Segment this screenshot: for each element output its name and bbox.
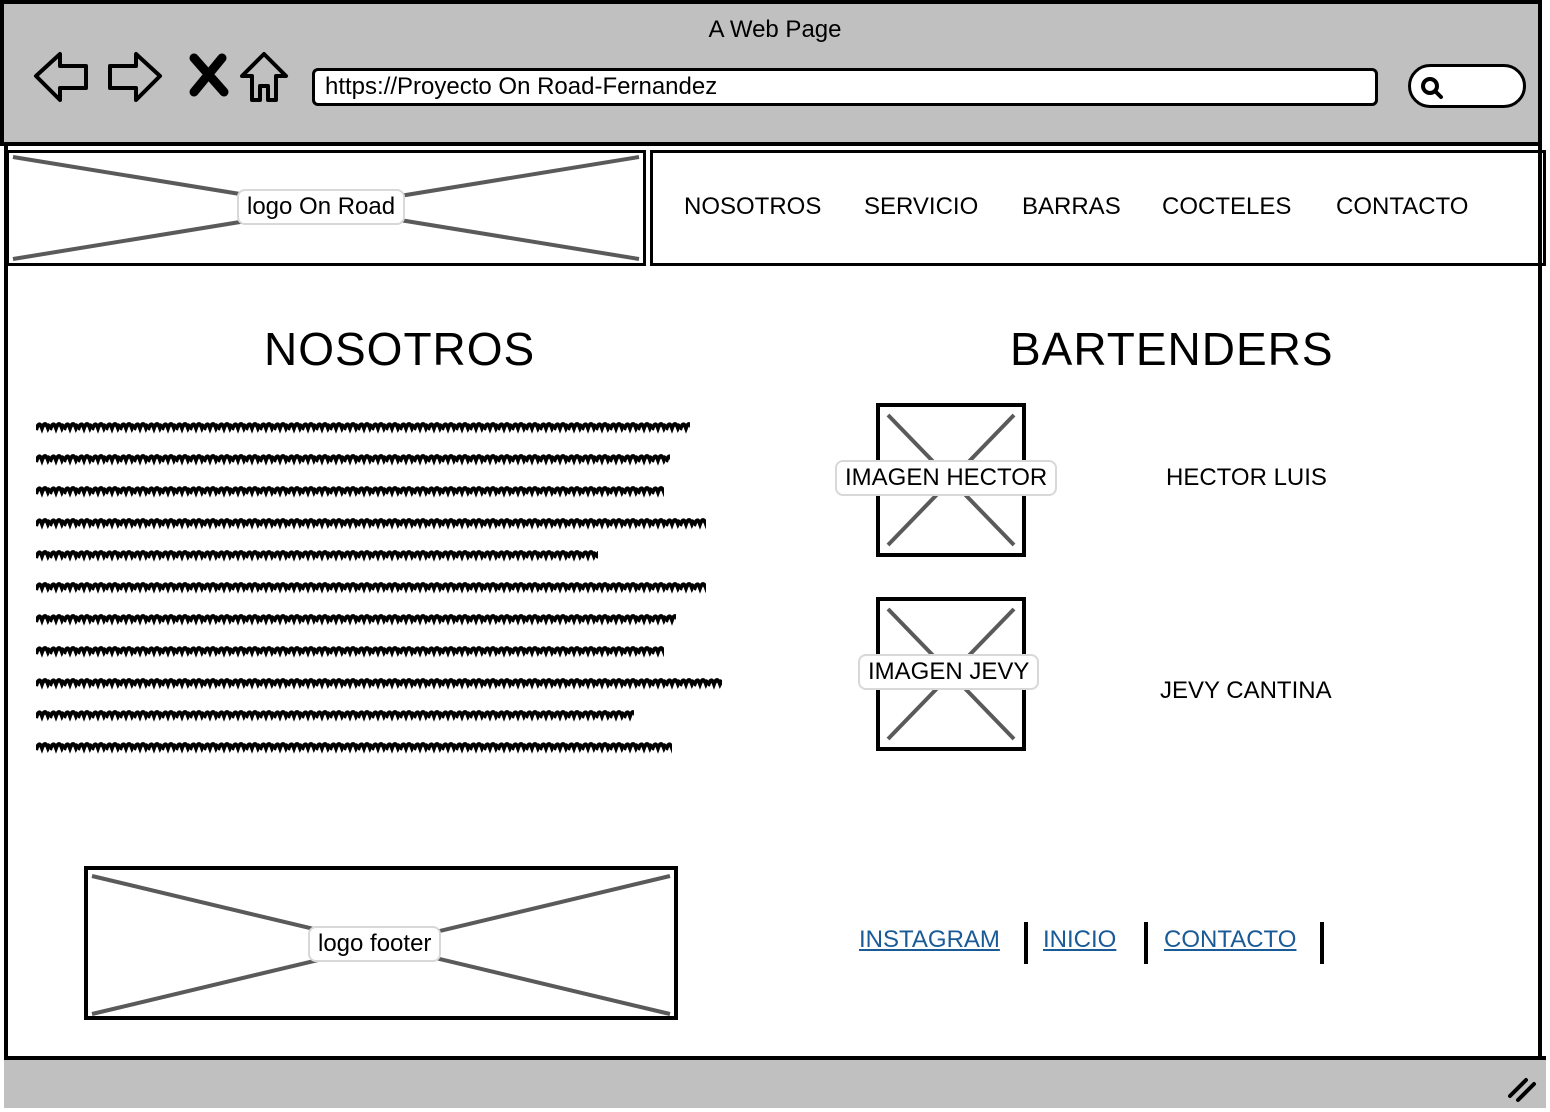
bartender-name: HECTOR LUIS <box>1166 464 1327 491</box>
search-input[interactable] <box>1408 64 1526 108</box>
browser-toolbar: A Web Page https://Proyecto On Road-Fern… <box>0 0 1542 146</box>
link-separator <box>1320 922 1324 964</box>
search-icon <box>1421 77 1443 99</box>
nav-item-barras[interactable]: BARRAS <box>1022 193 1121 221</box>
bartender-image-label: IMAGEN HECTOR <box>835 460 1058 496</box>
footer-link-contacto[interactable]: CONTACTO <box>1164 926 1296 954</box>
bartender-name: JEVY CANTINA <box>1160 677 1332 704</box>
browser-status-bar <box>4 1056 1546 1108</box>
home-icon[interactable] <box>234 48 294 108</box>
logo-label: logo On Road <box>237 189 406 225</box>
scribble-text-lines <box>36 420 722 756</box>
close-x-icon[interactable] <box>180 48 240 108</box>
footer-link-inicio[interactable]: INICIO <box>1043 926 1116 954</box>
url-bar[interactable]: https://Proyecto On Road-Fernandez <box>312 68 1378 106</box>
footer-logo-placeholder: logo footer <box>84 866 678 1020</box>
header-logo-placeholder: logo On Road <box>6 150 646 266</box>
forward-arrow-icon[interactable] <box>104 48 164 108</box>
link-separator <box>1024 922 1028 964</box>
nav-item-servicio[interactable]: SERVICIO <box>864 193 978 221</box>
nav-item-cocteles[interactable]: COCTELES <box>1162 193 1291 221</box>
footer-link-instagram[interactable]: INSTAGRAM <box>859 926 1000 954</box>
about-title: NOSOTROS <box>264 323 536 375</box>
link-separator <box>1144 922 1148 964</box>
back-arrow-icon[interactable] <box>32 48 92 108</box>
resize-grip-icon[interactable] <box>1504 1074 1538 1104</box>
nav-item-nosotros[interactable]: NOSOTROS <box>684 193 821 221</box>
bartenders-title: BARTENDERS <box>1010 323 1334 375</box>
window-title: A Web Page <box>708 16 842 43</box>
nav-item-contacto[interactable]: CONTACTO <box>1336 193 1468 221</box>
bartender-image-label: IMAGEN JEVY <box>858 654 1040 690</box>
footer-logo-label: logo footer <box>308 926 442 962</box>
